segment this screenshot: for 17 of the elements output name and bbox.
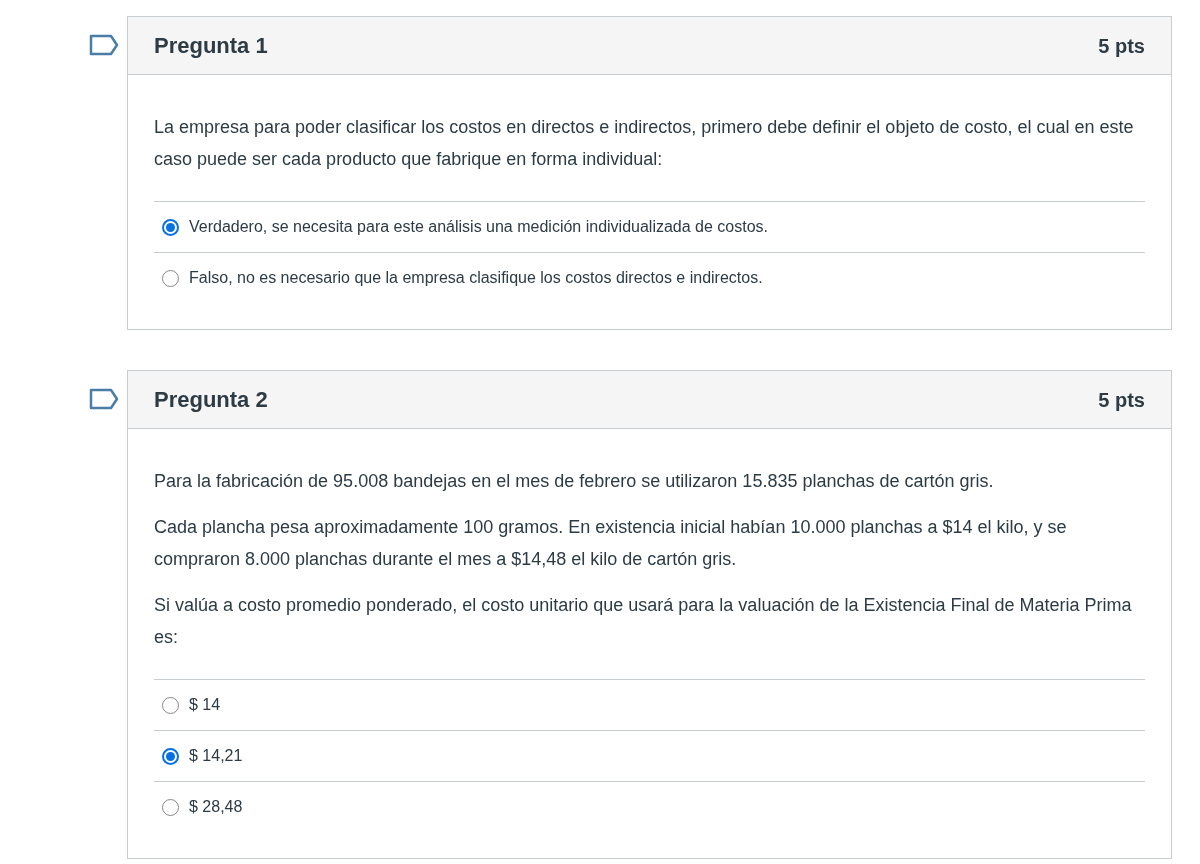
flag-icon[interactable] <box>89 34 119 56</box>
radio-button[interactable] <box>162 218 179 236</box>
answer-text: $ 14,21 <box>189 746 243 766</box>
question-text: Para la fabricación de 95.008 bandejas en el mes de febrero se utilizaron 15.835 planchas de cartón gris. <box>154 470 995 493</box>
question-points: 5 pts <box>1098 33 1145 59</box>
question-text: Si valúa a costo promedio ponderado, el costo unitario que usará para la valuación de la Existencia Final de Materia Prima es: <box>154 594 1133 649</box>
question-text: La empresa para poder clasificar los costos en directos e indirectos, primero debe definir el objeto de costo, el cual en este caso puede ser cada producto que fabrique en forma individual: <box>154 116 1135 171</box>
answer-text: $ 28,48 <box>189 797 243 817</box>
answer-text: $ 14 <box>189 695 221 715</box>
question-text: Cada plancha pesa aproximadamente 100 gramos. En existencia inicial habían 10.000 planchas a $14 el kilo, y se compraron 8.000 planchas durante el mes a $14,48 el kilo de cartón gris. <box>154 516 1068 571</box>
answer-text: Falso, no es necesario que la empresa clasifique los costos directos e indirectos. <box>189 268 763 288</box>
question-title: Pregunta 2 <box>154 386 268 414</box>
answer-text: Verdadero, se necesita para este análisis una medición individualizada de costos. <box>189 217 769 237</box>
question-points: 5 pts <box>1098 387 1145 413</box>
radio-button[interactable] <box>162 747 179 765</box>
question-title: Pregunta 1 <box>154 32 268 60</box>
flag-icon[interactable] <box>89 388 119 410</box>
